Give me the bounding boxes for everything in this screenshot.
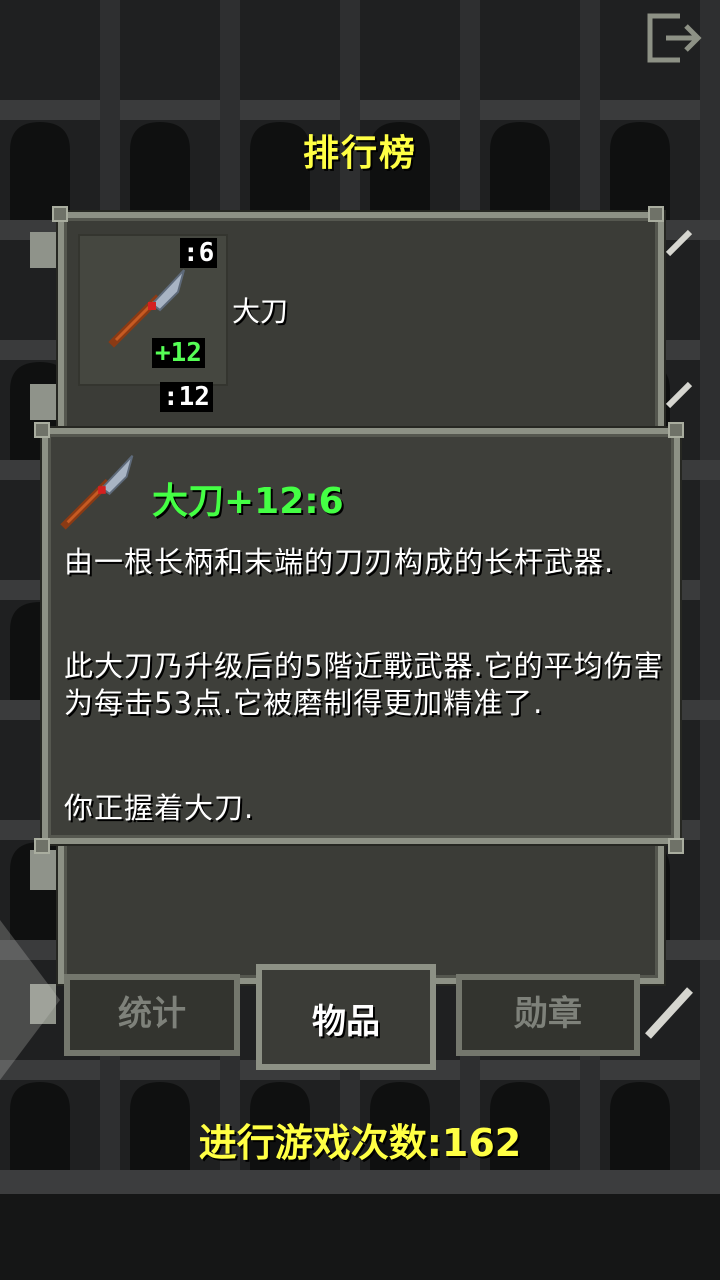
tab-stats[interactable]: 统计 bbox=[64, 974, 240, 1056]
depth-badge: :6 bbox=[180, 238, 218, 268]
next-entry-depth-badge: :12 bbox=[160, 382, 213, 412]
item-stats-text: 此大刀乃升级后的5階近戰武器.它的平均伤害为每击53点.它被磨制得更加精准了. bbox=[64, 649, 664, 720]
games-played-count: 进行游戏次数:162 bbox=[198, 1121, 522, 1165]
upgrade-badge: +12 bbox=[152, 338, 205, 368]
window-corner bbox=[668, 422, 684, 438]
glaive-icon bbox=[60, 455, 134, 530]
exit-button[interactable] bbox=[646, 12, 708, 64]
glaive-icon bbox=[108, 269, 185, 348]
panel-corner bbox=[52, 206, 68, 222]
item-equipped-text: 你正握着大刀. bbox=[64, 791, 255, 825]
rank-item-name: 大刀 bbox=[232, 295, 289, 328]
item-description: 由一根长柄和末端的刀刃构成的长杆武器. bbox=[64, 545, 615, 579]
window-corner bbox=[668, 838, 684, 854]
item-info-title: 大刀+12:6 bbox=[152, 481, 344, 522]
exit-door-icon bbox=[647, 13, 702, 63]
window-corner bbox=[34, 838, 50, 854]
tab-items[interactable]: 物品 bbox=[256, 964, 436, 1070]
panel-corner bbox=[648, 206, 664, 222]
tab-badges[interactable]: 勋章 bbox=[456, 974, 640, 1056]
page-title: 排行榜 bbox=[302, 133, 417, 174]
window-corner bbox=[34, 422, 50, 438]
